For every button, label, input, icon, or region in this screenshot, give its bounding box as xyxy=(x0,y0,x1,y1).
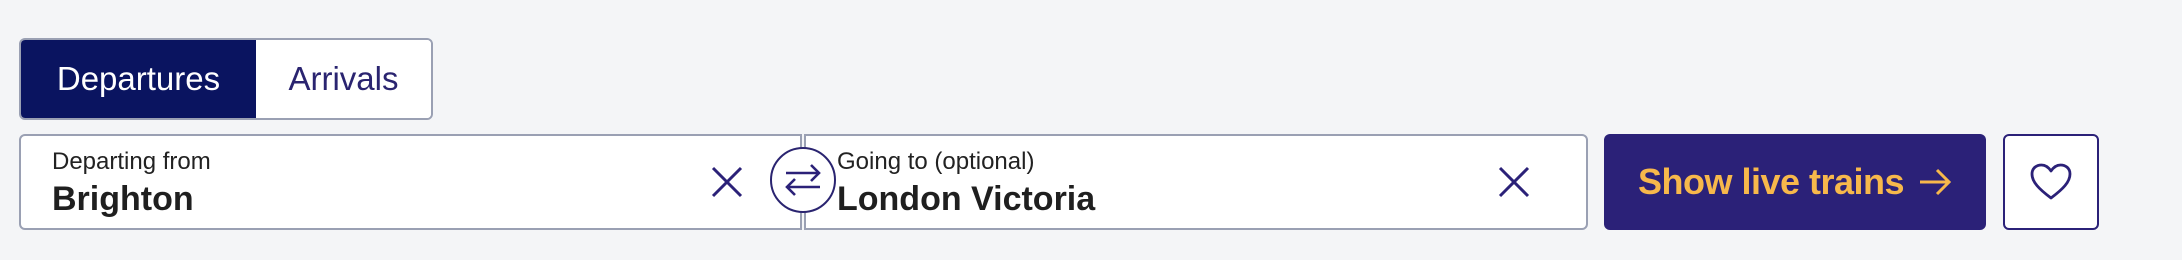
going-to-label: Going to (optional) xyxy=(837,148,1035,175)
save-favourite-button[interactable] xyxy=(2003,134,2099,230)
tab-arrivals-label: Arrivals xyxy=(288,60,399,97)
tab-arrivals[interactable]: Arrivals xyxy=(256,40,431,118)
swap-icon xyxy=(785,164,821,196)
departing-from-input[interactable] xyxy=(52,180,652,219)
close-icon xyxy=(1498,166,1530,198)
going-to-input[interactable] xyxy=(837,180,1437,219)
departing-from-field[interactable]: Departing from xyxy=(19,134,802,230)
going-to-field[interactable]: Going to (optional) xyxy=(804,134,1588,230)
heart-icon xyxy=(2030,163,2072,200)
clear-going-to-button[interactable] xyxy=(1488,156,1540,208)
arrow-right-icon xyxy=(1920,168,1952,196)
clear-departing-from-button[interactable] xyxy=(701,156,753,208)
swap-stations-button[interactable] xyxy=(770,147,836,213)
tab-departures[interactable]: Departures xyxy=(21,40,256,118)
departing-from-label: Departing from xyxy=(52,148,211,175)
show-live-trains-button[interactable]: Show live trains xyxy=(1604,134,1986,230)
show-live-trains-label: Show live trains xyxy=(1637,161,1905,202)
live-trains-search-bar: Departures Arrivals Departing from Going… xyxy=(0,0,2182,260)
direction-tabs: Departures Arrivals xyxy=(19,38,433,120)
close-icon xyxy=(711,166,743,198)
tab-departures-label: Departures xyxy=(56,60,221,97)
